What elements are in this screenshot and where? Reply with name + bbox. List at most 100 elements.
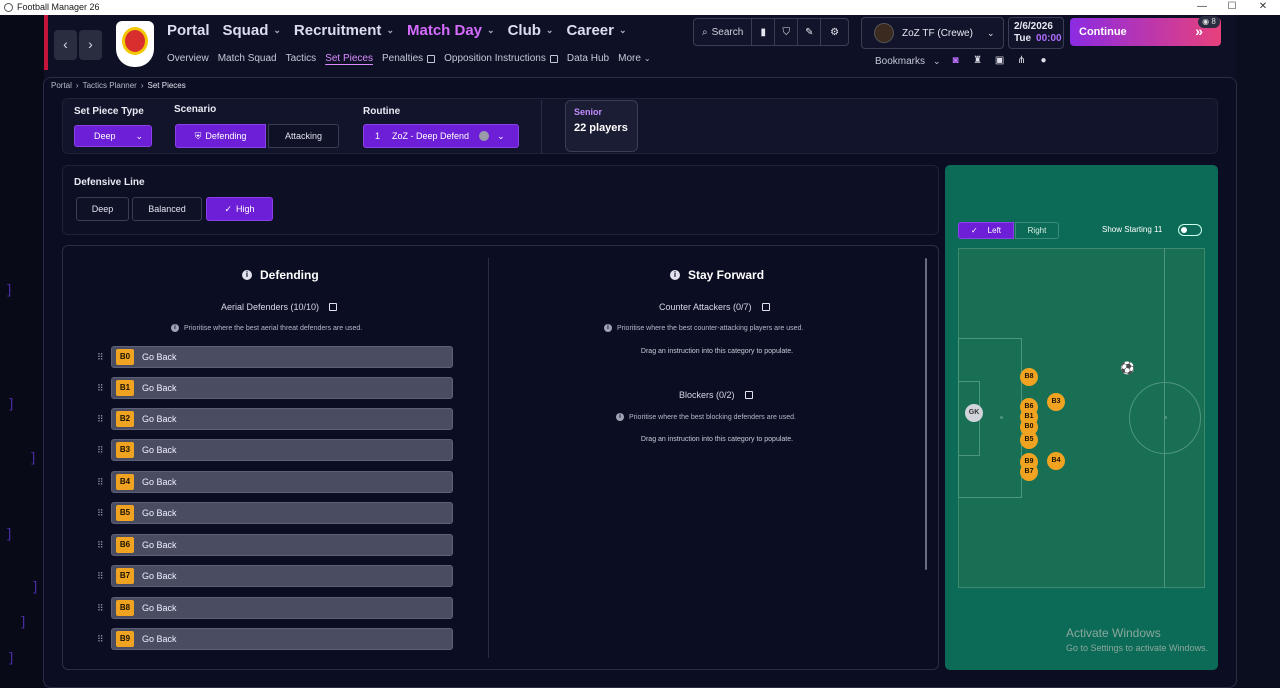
set-piece-type-dropdown[interactable]: Deep ⌄ [74,125,152,147]
aerial-defenders-header: Aerial Defenders (10/10) [221,302,338,312]
nav-match-day[interactable]: Match Day ⌄ [407,22,495,39]
tab-set-pieces[interactable]: Set Pieces [325,53,373,64]
counter-drop-zone[interactable]: Drag an instruction into this category t… [640,346,794,357]
clipboard-icon[interactable]: ▣ [993,54,1007,68]
stay-forward-header: i Stay Forward [670,268,764,282]
drag-handle-icon[interactable]: ⠿ [97,508,104,519]
scenario-defending-button[interactable]: ⛨ Defending [175,124,266,148]
defending-header: i Defending [242,268,319,282]
counter-hint: i Prioritise where the best counter-attac… [604,324,803,332]
external-link-icon[interactable] [329,303,338,311]
notification-badge[interactable]: ◉ 8 [1198,16,1220,28]
nav-club[interactable]: Club ⌄ [508,22,554,39]
drag-handle-icon[interactable]: ⠿ [97,477,104,488]
external-link-icon[interactable] [744,391,753,399]
drag-handle-icon[interactable]: ⠿ [97,414,104,425]
blockers-drop-zone[interactable]: Drag an instruction into this category t… [640,434,794,445]
drag-handle-icon[interactable]: ⠿ [97,383,104,394]
drag-handle-icon[interactable]: ⠿ [97,445,104,456]
tab-tactics[interactable]: Tactics [286,53,317,64]
drag-handle-icon[interactable]: ⠿ [97,352,104,363]
club-color-bar [44,15,48,70]
chat-icon[interactable]: ◙ [949,54,963,68]
list-item[interactable]: ⠿ B8 Go Back [97,597,453,619]
nav-portal[interactable]: Portal [167,22,210,39]
football-icon[interactable]: ● [1037,54,1051,68]
routine-label: Routine [363,106,401,117]
football-icon[interactable]: ⚽ [1120,361,1135,375]
forward-button[interactable]: › [79,30,102,60]
tab-data-hub[interactable]: Data Hub [567,53,609,64]
show-starting-toggle[interactable] [1178,224,1202,236]
drag-handle-icon[interactable]: ⠿ [97,634,104,645]
scenario-attacking-button[interactable]: Attacking [268,124,339,148]
defensive-line-high[interactable]: ✓ High [206,197,273,221]
list-item[interactable]: ⠿ B4 Go Back [97,471,453,493]
info-icon[interactable]: i [670,270,680,280]
search-button[interactable]: ⌕ Search [694,19,753,45]
side-left-button[interactable]: ✓ Left [958,222,1014,239]
info-icon: i [604,324,612,332]
shield-icon[interactable]: ⛉ [775,19,799,45]
shirt-icon[interactable]: ♜ [971,54,985,68]
football-icon [479,131,490,141]
person-icon: ◉ [1202,17,1210,26]
player-marker[interactable]: B3 [1047,393,1065,411]
player-marker[interactable]: B7 [1020,463,1038,481]
list-item[interactable]: ⠿ B3 Go Back [97,439,453,461]
nav-recruitment[interactable]: Recruitment ⌄ [294,22,394,39]
nav-career[interactable]: Career ⌄ [566,22,626,39]
info-icon[interactable]: i [242,270,252,280]
tab-more[interactable]: More ⌄ [618,53,651,64]
windows-watermark-subtitle: Go to Settings to activate Windows. [1066,643,1209,653]
external-link-icon [549,54,558,63]
club-crest[interactable] [116,21,154,67]
back-button[interactable]: ‹ [54,30,77,60]
tab-opposition-instructions[interactable]: Opposition Instructions [444,53,558,64]
tab-penalties[interactable]: Penalties [382,53,436,64]
list-item[interactable]: ⠿ B0 Go Back [97,346,453,368]
player-marker[interactable]: B4 [1047,452,1065,470]
defensive-line-deep[interactable]: Deep [76,197,129,221]
squad-selector[interactable]: Senior 22 players [565,100,638,152]
defensive-line-balanced[interactable]: Balanced [132,197,202,221]
notebook-icon[interactable]: ▮ [752,19,776,45]
manager-profile-button[interactable]: ZoZ TF (Crewe) ⌄ [861,17,1004,49]
close-window-button[interactable]: ✕ [1246,0,1280,15]
drag-handle-icon[interactable]: ⠿ [97,571,104,582]
minimize-button[interactable]: — [1185,0,1219,15]
list-item[interactable]: ⠿ B2 Go Back [97,408,453,430]
manager-name: ZoZ TF (Crewe) [902,27,973,39]
routine-dropdown[interactable]: 1 ZoZ - Deep Defend ⌄ [363,124,519,148]
breadcrumb-portal[interactable]: Portal [51,81,72,90]
maximize-button[interactable]: ☐ [1215,0,1249,15]
breadcrumb-tactics-planner[interactable]: Tactics Planner [83,81,137,90]
pen-icon[interactable]: ✎ [798,19,822,45]
aerial-hint: i Prioritise where the best aerial threat… [171,324,362,332]
player-marker[interactable]: B5 [1020,431,1038,449]
current-day: Tue [1014,33,1032,44]
show-starting-label: Show Starting 11 [1102,225,1163,234]
hierarchy-icon[interactable]: ⋔ [1015,54,1029,68]
date-display[interactable]: 2/6/2026 Tue 00:00 [1008,17,1064,49]
chevron-down-icon: ⌄ [545,25,554,35]
tab-match-squad[interactable]: Match Squad [218,53,277,64]
windows-watermark-title: Activate Windows [1066,626,1161,640]
scrollbar[interactable] [925,258,927,570]
drag-handle-icon[interactable]: ⠿ [97,540,104,551]
nav-squad[interactable]: Squad ⌄ [223,22,281,39]
gear-icon[interactable]: ⚙ [821,19,848,45]
player-marker[interactable]: GK [965,404,983,422]
list-item[interactable]: ⠿ B5 Go Back [97,502,453,524]
external-link-icon[interactable] [761,303,770,311]
bookmarks-dropdown[interactable]: Bookmarks [875,56,925,67]
drag-handle-icon[interactable]: ⠿ [97,603,104,614]
player-marker[interactable]: B8 [1020,368,1038,386]
list-item[interactable]: ⠿ B6 Go Back [97,534,453,556]
list-item[interactable]: ⠿ B9 Go Back [97,628,453,650]
list-item[interactable]: ⠿ B1 Go Back [97,377,453,399]
tab-overview[interactable]: Overview [167,53,209,64]
list-item[interactable]: ⠿ B7 Go Back [97,565,453,587]
check-icon: ✓ [970,226,978,235]
side-right-button[interactable]: Right [1015,222,1059,239]
